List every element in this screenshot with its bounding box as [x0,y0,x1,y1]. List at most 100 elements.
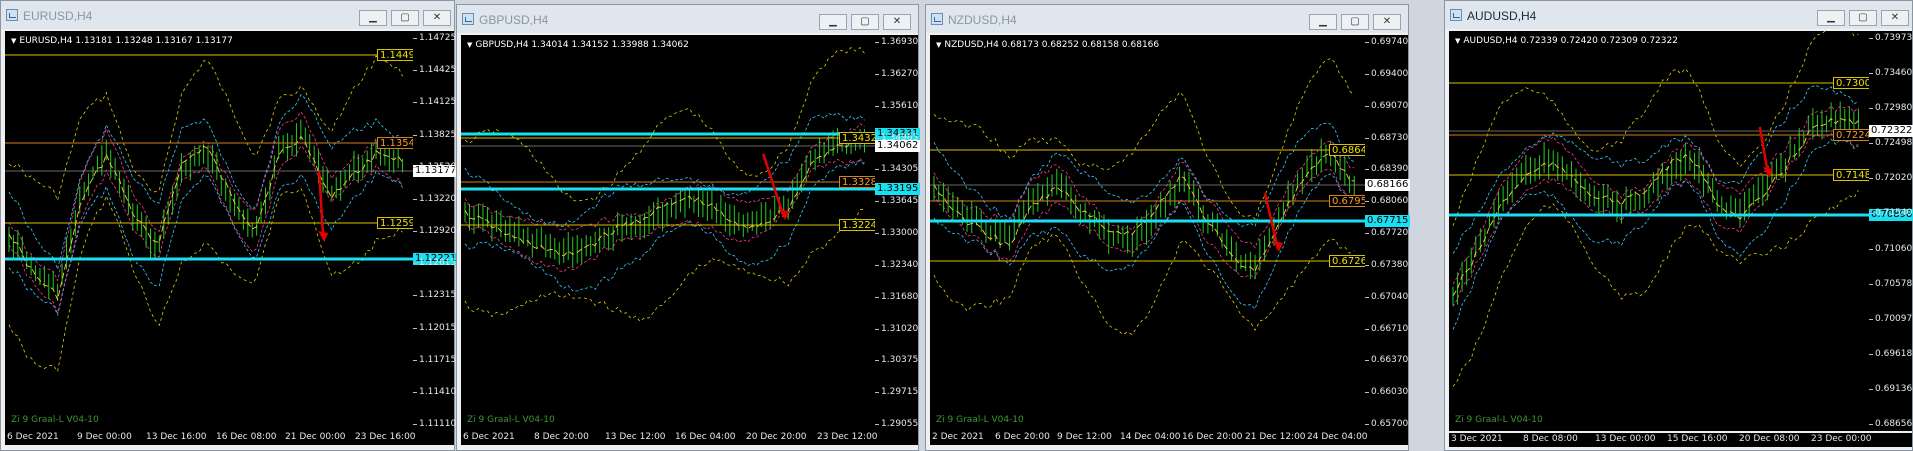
price-tick: 0.72498 [1868,138,1913,148]
maximize-button[interactable]: ▢ [1849,10,1877,26]
price-tick: 0.68730 [1364,133,1409,143]
title-bar[interactable]: NZDUSD,H4 ▁ ▢ ✕ [926,5,1408,33]
symbol-line: ▼ AUDUSD,H4 0.72339 0.72420 0.72309 0.723… [1455,36,1678,46]
time-tick: 16 Dec 20:00 [1182,432,1243,442]
close-button[interactable]: ✕ [423,10,451,26]
time-tick: 21 Dec 00:00 [285,432,346,442]
time-tick: 14 Dec 04:00 [1120,432,1181,442]
window-title: NZDUSD,H4 [948,13,1017,27]
chart-plot-area[interactable]: ▼ GBPUSD,H4 1.34014 1.34152 1.33988 1.340… [461,35,875,431]
maximize-button[interactable]: ▢ [391,10,419,26]
title-bar[interactable]: AUDUSD,H4 ▁ ▢ ✕ [1445,1,1912,29]
time-tick: 9 Dec 00:00 [77,432,132,442]
price-tick: 0.67040 [1364,292,1409,302]
price-tick: 1.31680 [874,292,919,302]
price-tick: 1.14725 [412,33,457,43]
title-bar[interactable]: EURUSD,H4 ▁ ▢ ✕ [1,1,454,29]
price-tick: 0.71540 [1868,208,1913,218]
time-tick: 13 Dec 12:00 [605,432,666,442]
time-tick: 13 Dec 00:00 [1595,434,1656,444]
price-tick: 1.34305 [874,164,919,174]
indicator-name: Zi 9 Graal-L V04-10 [936,415,1024,425]
price-label: 0.72245 [1833,129,1869,141]
close-button[interactable]: ✕ [1881,10,1909,26]
price-tick: 0.72980 [1868,103,1913,113]
chart-icon [1450,9,1462,21]
minimize-button[interactable]: ▁ [1309,14,1337,30]
time-tick: 9 Dec 12:00 [1057,432,1112,442]
chart-window-gbpusd[interactable]: GBPUSD,H4 ▁ ▢ ✕ ▼ GBPUSD,H4 1.34014 1.341… [456,4,921,451]
time-tick: 8 Dec 08:00 [1523,434,1578,444]
time-tick: 23 Dec 12:00 [817,432,878,442]
time-axis[interactable]: 6 Dec 2021 8 Dec 20:00 13 Dec 12:00 16 Dec … [461,431,918,445]
price-tick: 0.66030 [1364,387,1409,397]
price-tick: 0.69136 [1868,384,1913,394]
minimize-button[interactable]: ▁ [359,10,387,26]
symbol-line: ▼ GBPUSD,H4 1.34014 1.34152 1.33988 1.340… [467,40,689,50]
time-tick: 16 Dec 04:00 [675,432,736,442]
price-tick: 0.71060 [1868,244,1913,254]
time-axis[interactable]: 6 Dec 2021 9 Dec 00:00 13 Dec 16:00 16 Dec … [5,431,454,445]
chart-window-nzdusd[interactable]: NZDUSD,H4 ▁ ▢ ✕ ▼ NZDUSD,H4 0.68173 0.682… [925,4,1411,451]
chart-window-eurusd[interactable]: EURUSD,H4 ▁ ▢ ✕ ▼ EURUSD,H4 1.13181 1.132… [0,0,459,451]
price-tick: 1.14125 [412,97,457,107]
time-tick: 21 Dec 12:00 [1245,432,1306,442]
price-label: 0.68640 [1329,144,1365,156]
price-label: 1.32248 [839,219,875,231]
price-tick: 0.65700 [1364,419,1409,429]
price-chart [1449,31,1869,431]
time-tick: 2 Dec 2021 [932,432,984,442]
minimize-button[interactable]: ▁ [1817,10,1845,26]
time-tick: 23 Dec 00:00 [1811,434,1872,444]
price-axis[interactable]: 1.34331 1.34062 1.33195 1.36930 1.36270 1.356… [874,35,921,431]
caret-down-icon[interactable]: ▼ [936,41,941,49]
price-tick: 0.70578 [1868,279,1913,289]
time-tick: 3 Dec 2021 [1451,434,1503,444]
close-button[interactable]: ✕ [883,14,911,30]
price-tick: 0.72020 [1868,173,1913,183]
price-axis[interactable]: 1.13177 1.12221 1.14725 1.14425 1.14125 1.138… [412,31,459,431]
price-tick: 1.12315 [412,290,457,300]
price-tick: 1.36270 [874,69,919,79]
time-tick: 20 Dec 20:00 [746,432,807,442]
title-bar[interactable]: GBPUSD,H4 ▁ ▢ ✕ [457,5,918,33]
price-tick: 0.66370 [1364,355,1409,365]
price-chart [930,35,1365,431]
caret-down-icon[interactable]: ▼ [11,37,16,45]
price-label: 0.68166 [1365,179,1411,191]
price-tick: 0.68390 [1364,164,1409,174]
price-tick: 1.29055 [874,419,919,429]
price-tick: 1.11110 [412,419,457,429]
symbol-quote: EURUSD,H4 1.13181 1.13248 1.13167 1.1317… [19,36,233,46]
price-tick: 1.12615 [412,258,457,268]
time-tick: 13 Dec 16:00 [146,432,207,442]
time-tick: 8 Dec 20:00 [534,432,589,442]
indicator-name: Zi 9 Graal-L V04-10 [11,415,99,425]
maximize-button[interactable]: ▢ [1341,14,1369,30]
minimize-button[interactable]: ▁ [819,14,847,30]
price-chart [461,35,875,431]
caret-down-icon[interactable]: ▼ [467,41,472,49]
chart-icon [6,9,18,21]
chart-icon [931,13,943,25]
chart-plot-area[interactable]: ▼ AUDUSD,H4 0.72339 0.72420 0.72309 0.723… [1449,31,1869,431]
chart-icon [462,13,474,25]
price-axis[interactable]: 0.72322 0.70898 0.73973 0.73460 0.72980 0.724… [1868,31,1913,431]
price-label: 1.33195 [875,183,921,195]
price-tick: 1.13520 [412,162,457,172]
price-tick: 1.12920 [412,226,457,236]
time-tick: 6 Dec 20:00 [995,432,1050,442]
price-tick: 1.31020 [874,324,919,334]
chart-plot-area[interactable]: ▼ EURUSD,H4 1.13181 1.13248 1.13167 1.131… [5,31,413,431]
window-title: GBPUSD,H4 [479,13,549,27]
maximize-button[interactable]: ▢ [851,14,879,30]
time-axis[interactable]: 2 Dec 2021 6 Dec 20:00 9 Dec 12:00 14 Dec 0… [930,431,1408,445]
time-tick: 23 Dec 16:00 [355,432,416,442]
price-tick: 0.70097 [1868,314,1913,324]
price-axis[interactable]: 0.68166 0.67715 0.69740 0.69400 0.69070 0.687… [1364,35,1411,431]
time-axis[interactable]: 3 Dec 2021 8 Dec 08:00 13 Dec 00:00 15 Dec … [1449,433,1912,447]
close-button[interactable]: ✕ [1373,14,1401,30]
chart-plot-area[interactable]: ▼ NZDUSD,H4 0.68173 0.68252 0.68158 0.681… [930,35,1365,431]
caret-down-icon[interactable]: ▼ [1455,37,1460,45]
chart-window-audusd[interactable]: AUDUSD,H4 ▁ ▢ ✕ ▼ AUDUSD,H4 0.72339 0.724… [1444,0,1913,451]
